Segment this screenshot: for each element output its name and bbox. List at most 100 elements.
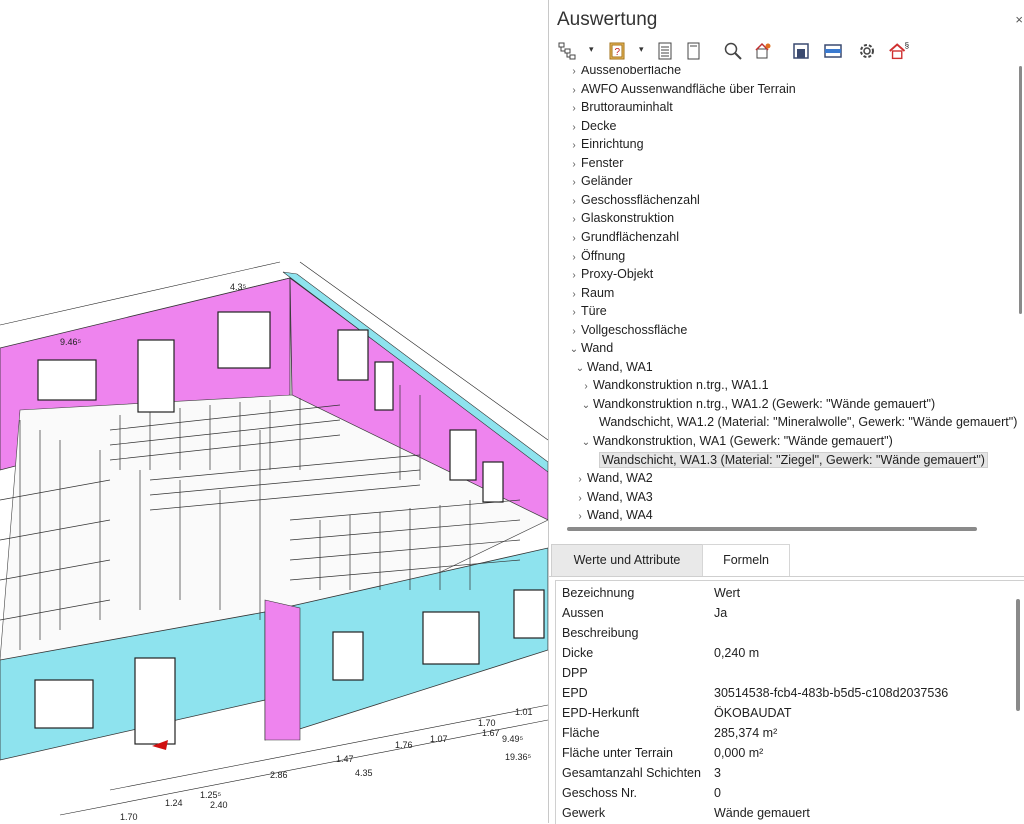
tree-item-label: Bruttorauminhalt xyxy=(581,100,673,115)
tree-item[interactable]: Wandschicht, WA1.2 (Material: "Mineralwo… xyxy=(585,413,1017,431)
chevron-right-icon[interactable]: › xyxy=(573,508,587,522)
attribute-value: 0 xyxy=(714,786,721,800)
chevron-right-icon[interactable]: › xyxy=(567,193,581,211)
tree-item[interactable]: ⌄ Wand, WA1 xyxy=(573,358,653,376)
tree-item-label: Geländer xyxy=(581,174,633,189)
table-row[interactable]: Geschoss Nr. 0 xyxy=(556,783,1016,803)
table-row[interactable]: Gewerk Wände gemauert xyxy=(556,803,1016,823)
tab-formeln[interactable]: Formeln xyxy=(702,544,790,576)
chevron-right-icon[interactable]: › xyxy=(567,230,581,248)
document-icon[interactable] xyxy=(681,38,705,64)
tree-item[interactable]: › Bruttorauminhalt xyxy=(567,98,673,118)
tree-item[interactable]: › Einrichtung xyxy=(567,135,643,155)
table-row[interactable]: Fläche 285,374 m² xyxy=(556,723,1016,743)
help-dropdown-chevron-icon[interactable]: ▾ xyxy=(639,44,644,55)
tree-item[interactable]: › Wandkonstruktion n.trg., WA1.1 xyxy=(579,376,768,396)
tree-item[interactable]: Wandschicht, WA1.3 (Material: "Ziegel", … xyxy=(585,451,988,469)
tree-horizontal-scrollbar[interactable] xyxy=(567,527,977,531)
attribute-name: DPP xyxy=(562,666,588,680)
chevron-right-icon[interactable]: › xyxy=(573,471,587,489)
chevron-right-icon[interactable]: › xyxy=(567,211,581,229)
table-row[interactable]: Beschreibung xyxy=(556,623,1016,643)
table-row[interactable]: EPD-Herkunft ÖKOBAUDAT xyxy=(556,703,1016,723)
tree-item[interactable]: ⌄ Wandkonstruktion, WA1 (Gewerk: "Wände g… xyxy=(579,432,893,450)
dimension-label: 1.25⁵ xyxy=(200,790,222,800)
dimension-label: 4.35 xyxy=(355,768,373,778)
table-row[interactable]: Fläche unter Terrain 0,000 m² xyxy=(556,743,1016,763)
attribute-value: Wände gemauert xyxy=(714,806,810,820)
tree-vertical-scrollbar[interactable] xyxy=(1019,66,1022,314)
tree-item[interactable]: › Fenster xyxy=(567,154,623,172)
svg-text:?: ? xyxy=(615,47,621,58)
tree-item[interactable]: › Decke xyxy=(567,117,616,135)
evaluation-tree[interactable]: › Aussenoberfläche › AWFO Aussenwandfläche … xyxy=(549,66,1024,522)
help-book-icon[interactable]: ? xyxy=(605,38,629,64)
chevron-down-icon[interactable]: ⌄ xyxy=(579,434,593,452)
report-list-icon[interactable] xyxy=(653,38,677,64)
table-row[interactable]: DPP xyxy=(556,663,1016,683)
tree-item[interactable]: › AWFO Aussenwandfläche über Terrain xyxy=(567,80,795,100)
model-viewport[interactable]: 9.46⁵ 2.86 1.24 1.25⁵ 2.40 1.47 1.76 1.0… xyxy=(0,0,548,823)
table-row[interactable]: Aussen Ja xyxy=(556,603,1016,623)
house-paragraph-icon[interactable]: § xyxy=(887,38,911,64)
layer-icon[interactable] xyxy=(821,38,845,64)
tree-item[interactable]: › Wand, WA4 xyxy=(573,506,652,522)
chevron-right-icon[interactable]: › xyxy=(567,100,581,118)
chevron-down-icon[interactable]: ⌄ xyxy=(567,341,581,359)
chevron-right-icon[interactable]: › xyxy=(567,304,581,322)
dimension-label: 1.07 xyxy=(430,734,448,744)
tree-item[interactable]: › Wand, WA2 xyxy=(573,469,652,489)
table-row[interactable]: Gesamtanzahl Schichten 3 xyxy=(556,763,1016,783)
tree-item[interactable]: › Türe xyxy=(567,302,606,322)
house-settings-icon[interactable] xyxy=(751,38,775,64)
dimension-label: 9.49⁵ xyxy=(502,734,524,744)
tab-werte-und-attribute[interactable]: Werte und Attribute xyxy=(551,544,703,576)
chevron-down-icon[interactable]: ⌄ xyxy=(573,360,587,378)
tree-item[interactable]: › Geländer xyxy=(567,172,632,190)
chevron-right-icon[interactable]: › xyxy=(567,156,581,174)
tree-item[interactable]: › Proxy-Objekt xyxy=(567,265,653,283)
chevron-right-icon[interactable]: › xyxy=(567,82,581,100)
chevron-right-icon[interactable]: › xyxy=(573,490,587,508)
attribute-value: ÖKOBAUDAT xyxy=(714,706,792,720)
tree-item[interactable]: ⌄ Wand xyxy=(567,339,613,357)
chevron-right-icon[interactable]: › xyxy=(567,286,581,304)
hierarchy-icon[interactable] xyxy=(555,38,579,64)
tree-item-label: Fenster xyxy=(581,155,624,170)
hierarchy-dropdown-chevron-icon[interactable]: ▾ xyxy=(589,44,594,55)
chevron-down-icon[interactable]: ⌄ xyxy=(579,397,593,415)
dimension-label: 2.40 xyxy=(210,800,228,810)
chevron-right-icon[interactable]: › xyxy=(567,137,581,155)
search-icon[interactable] xyxy=(721,38,745,64)
tree-item[interactable]: › Wand, WA3 xyxy=(573,488,652,508)
chevron-right-icon[interactable]: › xyxy=(567,174,581,192)
chevron-right-icon[interactable]: › xyxy=(567,323,581,341)
tree-item-label: Geschossflächenzahl xyxy=(581,192,700,207)
tree-item-label: Vollgeschossfläche xyxy=(581,322,688,337)
tree-item[interactable]: › Vollgeschossfläche xyxy=(567,321,687,339)
attribute-scrollbar[interactable] xyxy=(1016,599,1020,711)
chevron-right-icon[interactable]: › xyxy=(567,267,581,285)
building-3d-model[interactable]: 9.46⁵ 2.86 1.24 1.25⁵ 2.40 1.47 1.76 1.0… xyxy=(0,0,548,823)
attribute-tabs: Werte und Attribute Formeln xyxy=(549,544,1024,577)
window-element-icon[interactable] xyxy=(789,38,813,64)
tree-item-label: Proxy-Objekt xyxy=(581,267,654,282)
tree-item[interactable]: › Aussenoberfläche xyxy=(567,66,681,79)
tree-item[interactable]: › Glaskonstruktion xyxy=(567,209,674,227)
svg-text:§: § xyxy=(905,40,910,50)
table-row[interactable]: Dicke 0,240 m xyxy=(556,643,1016,663)
attribute-value: 0,000 m² xyxy=(714,746,764,760)
tree-item[interactable]: › Öffnung xyxy=(567,247,625,265)
tree-item[interactable]: › Raum xyxy=(567,284,614,302)
chevron-right-icon[interactable]: › xyxy=(567,249,581,267)
tree-item[interactable]: › Geschossflächenzahl xyxy=(567,191,700,209)
gear-icon[interactable] xyxy=(855,38,879,64)
table-row[interactable]: EPD 30514538-fcb4-483b-b5d5-c108d2037536 xyxy=(556,683,1016,703)
chevron-right-icon[interactable]: › xyxy=(579,378,593,396)
dimension-label: 1.67 xyxy=(482,728,500,738)
tree-item[interactable]: › Grundflächenzahl xyxy=(567,228,679,246)
close-button[interactable]: × xyxy=(1015,12,1023,27)
chevron-right-icon[interactable]: › xyxy=(567,119,581,137)
tree-item[interactable]: ⌄ Wandkonstruktion n.trg., WA1.2 (Gewerk:… xyxy=(579,395,935,413)
attribute-name: Fläche xyxy=(562,726,600,740)
